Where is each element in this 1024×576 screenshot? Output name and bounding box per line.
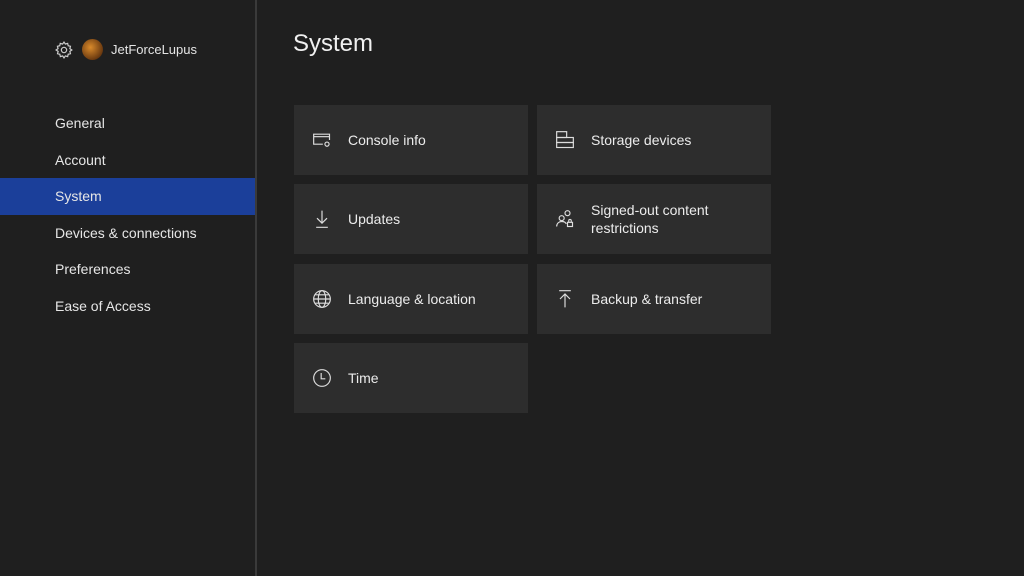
gear-icon[interactable]	[54, 40, 74, 60]
sidebar-item-account[interactable]: Account	[0, 142, 255, 179]
tile-updates[interactable]: Updates	[294, 184, 528, 254]
sidebar-item-system[interactable]: System	[0, 178, 255, 215]
tile-signed-out-content-restrictions[interactable]: Signed-out content restrictions	[537, 184, 771, 254]
download-icon	[316, 210, 328, 228]
globe-icon	[313, 290, 331, 308]
storage-icon	[556, 131, 574, 149]
tile-storage-devices[interactable]: Storage devices	[537, 105, 771, 175]
tile-label: Storage devices	[591, 132, 692, 148]
sidebar-item-preferences[interactable]: Preferences	[0, 251, 255, 288]
tile-console-info[interactable]: Console info	[294, 105, 528, 175]
sidebar: JetForceLupus General Account System Dev…	[0, 0, 257, 576]
tile-time[interactable]: Time	[294, 343, 528, 413]
upload-icon	[559, 290, 571, 308]
tile-language-location[interactable]: Language & location	[294, 264, 528, 334]
sidebar-item-ease-of-access[interactable]: Ease of Access	[0, 288, 255, 325]
console-info-icon	[313, 133, 331, 147]
tile-label: Language & location	[348, 291, 476, 307]
tile-backup-transfer[interactable]: Backup & transfer	[537, 264, 771, 334]
users-lock-icon	[556, 210, 574, 228]
sidebar-item-general[interactable]: General	[0, 105, 255, 142]
username[interactable]: JetForceLupus	[111, 42, 197, 57]
tile-label: Console info	[348, 132, 426, 148]
tile-label: Backup & transfer	[591, 291, 703, 307]
page-title: System	[293, 30, 374, 57]
sidebar-item-devices-connections[interactable]: Devices & connections	[0, 215, 255, 252]
sidebar-nav: General Account System Devices & connect…	[0, 105, 255, 324]
tile-label: Updates	[348, 211, 401, 227]
clock-icon	[313, 369, 331, 387]
tile-label: Signed-out content restrictions	[591, 202, 709, 236]
profile: JetForceLupus	[54, 39, 197, 60]
tile-label: Time	[348, 370, 379, 386]
avatar[interactable]	[82, 39, 103, 60]
